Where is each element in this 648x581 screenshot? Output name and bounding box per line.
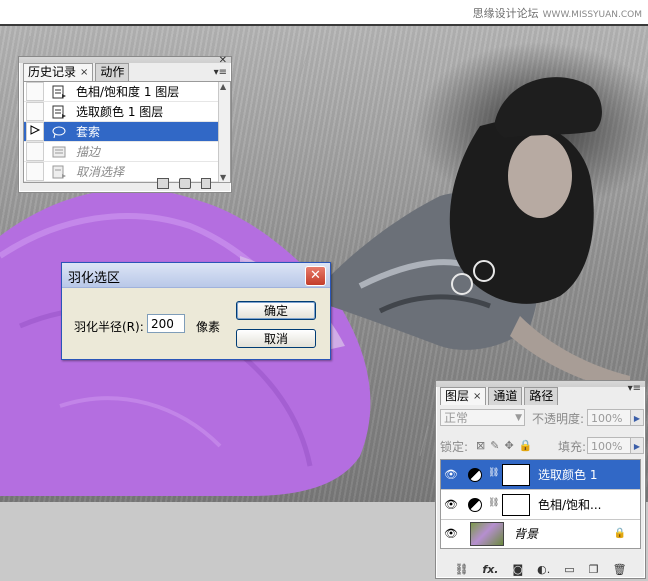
folder-icon[interactable]: ▭ (564, 563, 574, 576)
chain-link-icon[interactable]: ⛓ (488, 498, 499, 512)
history-scrollbar[interactable]: ▲ ▼ (218, 82, 230, 182)
fill-input[interactable]: 100% (587, 437, 632, 454)
tab-close-icon[interactable]: × (80, 64, 88, 81)
chevron-down-icon: ▼ (515, 413, 522, 423)
adjustment-layer-icon (468, 497, 482, 512)
tab-history-label: 历史记录 (28, 65, 77, 79)
history-panel: ✕ 历史记录 × 动作 ▾≡ 色相/饱和度 1 图层 选取颜色 1 图层 套索 描… (18, 55, 232, 193)
tab-layers[interactable]: 图层 × (440, 387, 487, 405)
snapshot-camera-icon[interactable] (179, 177, 191, 189)
tab-actions[interactable]: 动作 (95, 63, 130, 81)
snapshot-source-box[interactable] (26, 102, 44, 121)
trash-icon[interactable]: 🗑 (613, 563, 627, 576)
new-document-icon[interactable] (157, 177, 169, 189)
snapshot-source-box[interactable] (26, 82, 44, 101)
opacity-label: 不透明度: (532, 412, 585, 426)
scroll-up-icon[interactable]: ▲ (220, 82, 226, 91)
history-item-label: 描边 (76, 145, 101, 159)
panel-close-icon[interactable]: ✕ (219, 55, 227, 66)
history-state-icon (52, 105, 66, 118)
eye-icon[interactable]: 👁 (444, 527, 458, 541)
radius-label: 羽化半径(R): (74, 320, 144, 334)
lock-position-icon[interactable]: ✥ (504, 439, 513, 452)
opacity-input[interactable]: 100% (587, 409, 632, 426)
layer-name: 背景 (514, 527, 539, 541)
close-icon[interactable]: ✕ (305, 266, 326, 286)
eye-icon[interactable]: 👁 (444, 468, 458, 482)
layer-name: 选取颜色 1 (538, 468, 598, 482)
trash-icon[interactable] (201, 177, 211, 189)
history-brush-source[interactable] (26, 122, 44, 141)
dialog-title: 羽化选区 (68, 271, 121, 286)
panel-menu-icon[interactable]: ▾≡ (214, 67, 227, 78)
lock-label: 锁定: (440, 440, 469, 454)
unit-label: 像素 (196, 320, 221, 334)
layers-list: 👁 ⛓ 选取颜色 1 👁 ⛓ 色相/饱和... 👁 背景 🔒 (440, 459, 641, 549)
chain-link-icon[interactable]: ⛓ (488, 468, 499, 482)
tab-paths-label: 路径 (529, 389, 554, 403)
adjustment-icon[interactable]: ◐. (537, 563, 550, 576)
lock-all-icon[interactable]: 🔒 (519, 439, 533, 452)
fill-slider-button[interactable]: ▶ (630, 437, 644, 454)
history-item[interactable]: 选取颜色 1 图层 (24, 102, 230, 122)
layer-row-hue-saturation[interactable]: 👁 ⛓ 色相/饱和... (441, 490, 640, 520)
history-item[interactable]: 描边 (24, 142, 230, 162)
ok-button[interactable]: 确定 (236, 301, 316, 320)
layer-thumbnail (470, 521, 504, 546)
layer-mask-thumbnail[interactable] (502, 493, 530, 516)
lock-transparency-icon[interactable]: ⊠ (476, 439, 485, 452)
blend-mode-select[interactable]: 正常 ▼ (440, 409, 525, 426)
fill-label: 填充: (558, 440, 587, 454)
layers-panel: 图层 × 通道 路径 ▾≡ 正常 ▼ 不透明度: 100% ▶ 锁定: ⊠ ✎ ✥ … (435, 380, 646, 579)
history-item-selected[interactable]: 套索 (24, 122, 230, 142)
panel-menu-icon[interactable]: ▾≡ (628, 383, 641, 394)
layer-row-background[interactable]: 👁 背景 🔒 (441, 519, 640, 548)
feather-radius-input[interactable]: 200 (147, 314, 185, 333)
opacity-slider-button[interactable]: ▶ (630, 409, 644, 426)
tab-actions-label: 动作 (100, 65, 125, 79)
tab-close-icon[interactable]: × (473, 388, 481, 405)
watermark-url: WWW.MISSYUAN.COM (542, 10, 642, 20)
watermark: 思缘设计论坛 WWW.MISSYUAN.COM (473, 5, 642, 21)
tab-history[interactable]: 历史记录 × (23, 63, 94, 81)
tab-paths[interactable]: 路径 (524, 387, 559, 405)
link-icon[interactable]: ⛓ (454, 563, 468, 576)
layers-tabs: 图层 × 通道 路径 (440, 387, 560, 405)
tab-layers-label: 图层 (445, 389, 470, 403)
layers-footer: ⛓ fx. ◙ ◐. ▭ ❐ 🗑 (436, 560, 645, 578)
tab-channels[interactable]: 通道 (488, 387, 523, 405)
tab-channels-label: 通道 (493, 389, 518, 403)
history-item-label: 选取颜色 1 图层 (76, 105, 164, 119)
watermark-text: 思缘设计论坛 (472, 7, 539, 20)
lock-fill-row: 锁定: ⊠ ✎ ✥ 🔒 填充: 100% ▶ (440, 437, 648, 457)
layer-name: 色相/饱和... (538, 498, 602, 512)
history-brush-arrow-icon (30, 125, 41, 135)
cancel-button[interactable]: 取消 (236, 329, 316, 348)
blend-opacity-row: 正常 ▼ 不透明度: 100% ▶ (440, 409, 648, 429)
history-footer (19, 174, 231, 192)
history-item-label: 套索 (76, 125, 101, 139)
mask-icon[interactable]: ◙ (512, 563, 523, 576)
blend-mode-value: 正常 (444, 411, 469, 425)
feather-selection-dialog: 羽化选区 ✕ 羽化半径(R): 200 像素 确定 取消 (61, 262, 331, 360)
layer-mask-thumbnail[interactable] (502, 463, 530, 486)
adjustment-layer-icon (468, 467, 482, 482)
lock-options: ⊠ ✎ ✥ 🔒 (476, 439, 532, 452)
lock-icon: 🔒 (613, 528, 626, 539)
lasso-icon (52, 126, 66, 138)
history-item[interactable]: 色相/饱和度 1 图层 (24, 82, 230, 102)
history-state-icon (52, 146, 66, 157)
dialog-titlebar[interactable]: 羽化选区 ✕ (62, 263, 330, 288)
snapshot-source-box[interactable] (26, 142, 44, 161)
layer-row-selective-color[interactable]: 👁 ⛓ 选取颜色 1 (441, 460, 640, 490)
fx-icon[interactable]: fx. (482, 563, 498, 576)
history-item-label: 色相/饱和度 1 图层 (76, 85, 180, 99)
history-tabs: 历史记录 × 动作 (23, 63, 131, 81)
lock-pixels-icon[interactable]: ✎ (490, 439, 499, 452)
history-state-icon (52, 85, 66, 98)
eye-icon[interactable]: 👁 (444, 498, 458, 512)
top-bar: 思缘设计论坛 WWW.MISSYUAN.COM (0, 0, 648, 24)
new-layer-icon[interactable]: ❐ (589, 563, 599, 576)
history-list: 色相/饱和度 1 图层 选取颜色 1 图层 套索 描边 取消选择 ▲ ▼ (23, 81, 231, 183)
